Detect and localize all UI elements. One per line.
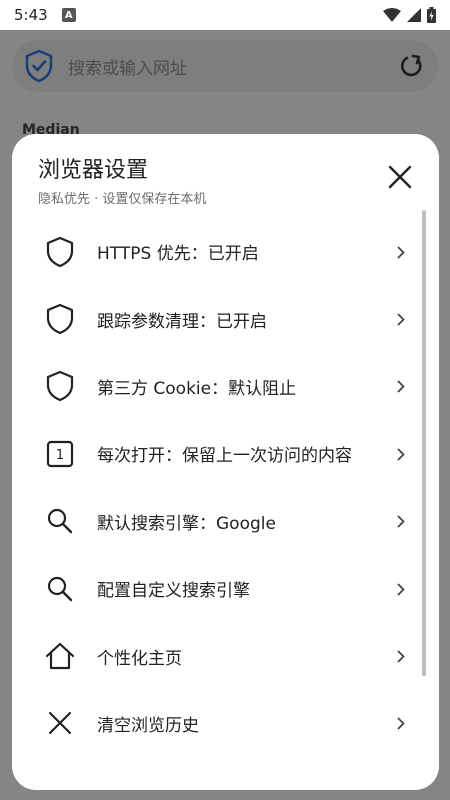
close-button[interactable] (385, 162, 415, 192)
status-bar: 5:43 A (0, 0, 450, 30)
settings-item-label: 清空浏览历史 (97, 715, 199, 736)
settings-item-tracking-params[interactable]: 跟踪参数清理：已开启 (12, 285, 439, 352)
chevron-right-icon (397, 246, 405, 259)
sheet-title: 浏览器设置 (38, 158, 149, 183)
battery-icon (427, 7, 436, 23)
wifi-icon (383, 8, 401, 22)
settings-item-https-first[interactable]: HTTPS 优先：已开启 (12, 218, 439, 285)
shield-icon (44, 236, 76, 268)
chevron-right-icon (397, 381, 405, 393)
settings-list: HTTPS 优先：已开启 跟踪参数清理：已开启 第三方 Cookie：默认阻止 … (12, 218, 439, 757)
settings-item-clear-history[interactable]: 清空浏览历史 (12, 690, 439, 757)
sheet-subtitle: 隐私优先 · 设置仅保存在本机 (38, 192, 207, 207)
home-icon (44, 640, 76, 672)
scrollbar[interactable] (422, 210, 426, 676)
shield-icon (44, 370, 76, 402)
browser-settings-sheet: 浏览器设置 隐私优先 · 设置仅保存在本机 HTTPS 优先：已开启 跟踪参数清… (12, 134, 439, 790)
number-box-text: 1 (56, 448, 64, 463)
status-time: 5:43 (14, 6, 48, 24)
settings-item-label: 第三方 Cookie：默认阻止 (97, 378, 297, 399)
number-box-icon: 1 (44, 438, 76, 470)
settings-item-label: 配置自定义搜索引擎 (97, 581, 250, 602)
settings-item-custom-search-engine[interactable]: 配置自定义搜索引擎 (12, 555, 439, 622)
search-icon (44, 573, 76, 605)
settings-item-custom-homepage[interactable]: 个性化主页 (12, 622, 439, 689)
notification-icon: A (61, 8, 76, 22)
shield-icon (44, 303, 76, 335)
settings-item-label: 个性化主页 (97, 648, 182, 669)
search-icon (44, 505, 76, 537)
settings-item-on-open[interactable]: 1 每次打开：保留上一次访问的内容 (12, 420, 439, 487)
settings-item-label: 默认搜索引擎：Google (97, 513, 276, 534)
settings-item-default-search-engine[interactable]: 默认搜索引擎：Google (12, 488, 439, 555)
chevron-right-icon (397, 718, 405, 730)
close-icon (44, 707, 76, 739)
status-icons (383, 7, 436, 23)
chevron-right-icon (397, 650, 405, 663)
settings-item-label: HTTPS 优先：已开启 (97, 244, 259, 265)
settings-item-label: 每次打开：保留上一次访问的内容 (97, 446, 352, 467)
chevron-right-icon (397, 448, 405, 461)
settings-item-third-party-cookie[interactable]: 第三方 Cookie：默认阻止 (12, 353, 439, 420)
chevron-right-icon (397, 515, 405, 528)
settings-item-label: 跟踪参数清理：已开启 (97, 311, 267, 332)
cellular-signal-icon (407, 8, 421, 22)
close-icon (388, 165, 412, 189)
chevron-right-icon (397, 583, 405, 596)
chevron-right-icon (397, 313, 405, 326)
